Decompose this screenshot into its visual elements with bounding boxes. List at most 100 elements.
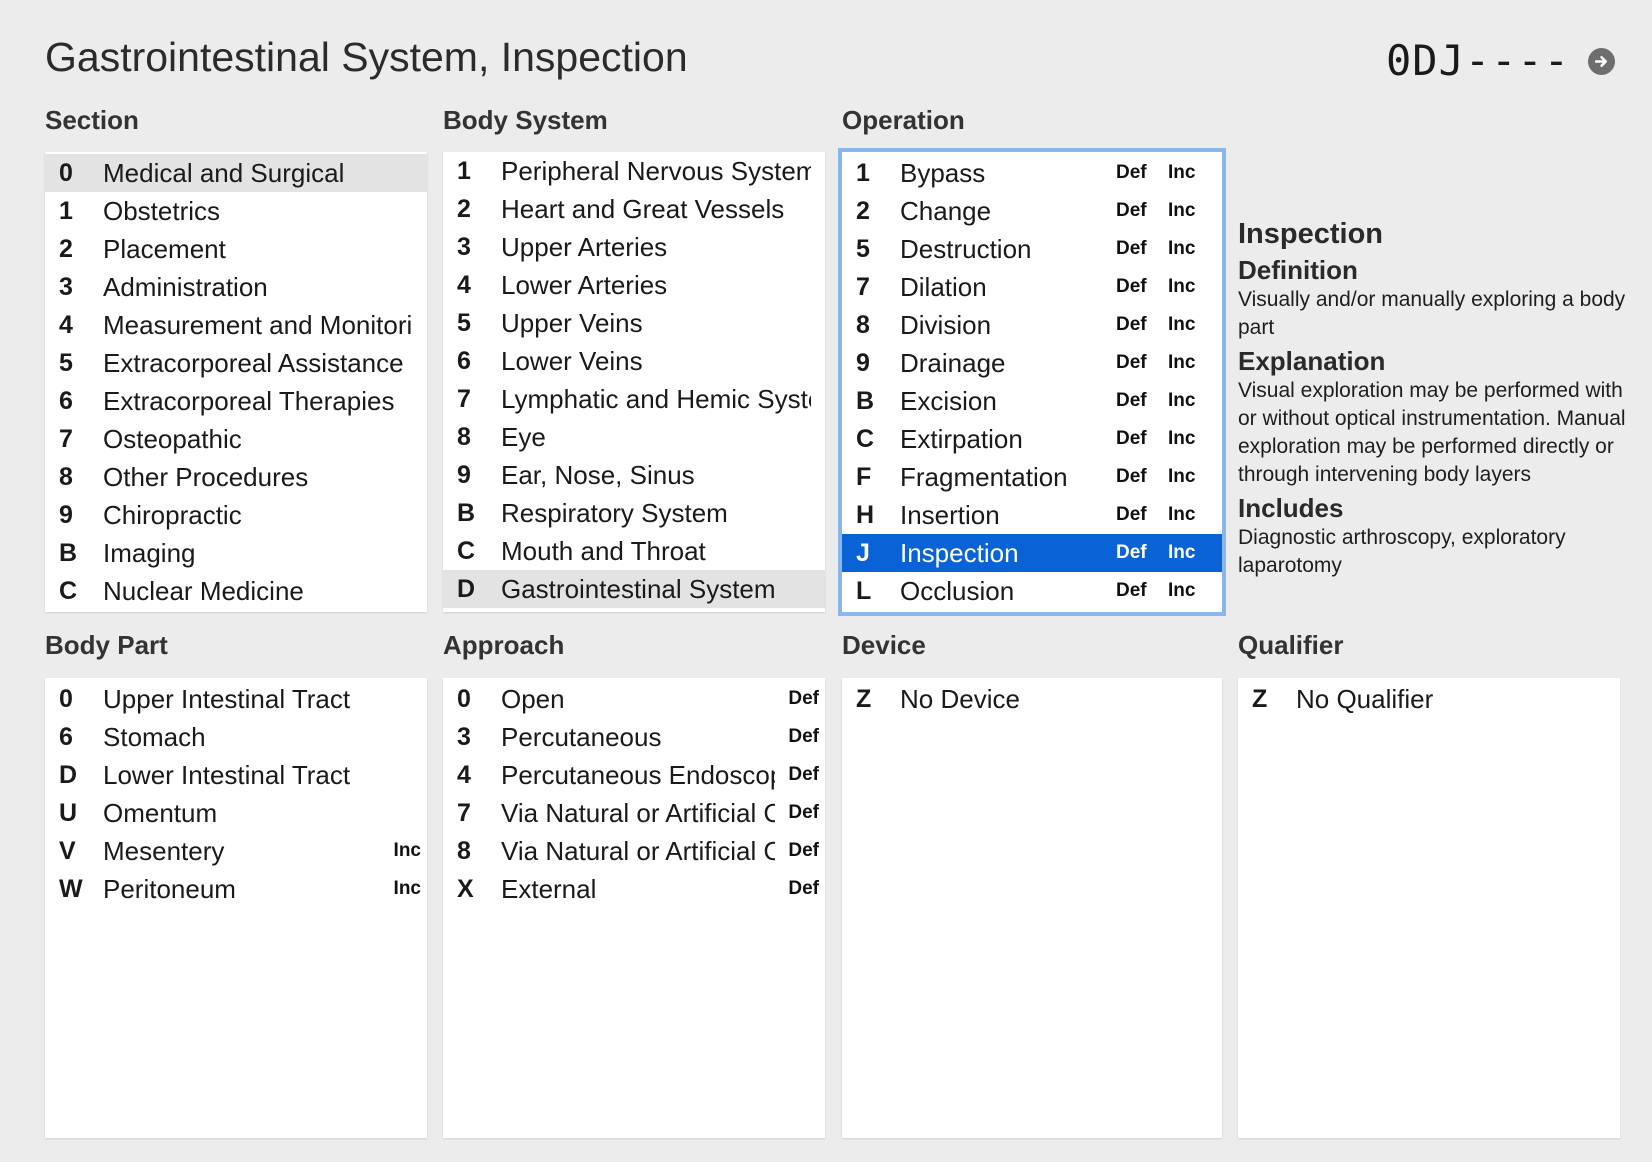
arrow-right-circle-icon[interactable] bbox=[1588, 48, 1615, 75]
item-label: Inspection bbox=[900, 538, 1019, 568]
body-system-item[interactable]: 7 Lymphatic and Hemic Systems bbox=[443, 380, 825, 418]
approach-item[interactable]: 3 Percutaneous Def bbox=[443, 718, 825, 756]
item-label: Other Procedures bbox=[103, 462, 309, 492]
body-system-item[interactable]: B Respiratory System bbox=[443, 494, 825, 532]
item-code: 5 bbox=[856, 235, 870, 263]
operation-item[interactable]: J Inspection Def Inc bbox=[842, 534, 1222, 572]
section-item[interactable]: 9 Chiropractic bbox=[45, 496, 427, 534]
operation-item[interactable]: F Fragmentation Def Inc bbox=[842, 458, 1222, 496]
item-code: 4 bbox=[457, 761, 471, 789]
body-system-item[interactable]: D Gastrointestinal System bbox=[443, 570, 825, 608]
inc-tag: Inc bbox=[393, 840, 421, 861]
section-item[interactable]: 6 Extracorporeal Therapies bbox=[45, 382, 427, 420]
section-item[interactable]: C Nuclear Medicine bbox=[45, 572, 427, 610]
approach-item[interactable]: X External Def bbox=[443, 870, 825, 908]
inc-tag: Inc bbox=[393, 878, 421, 899]
item-code: J bbox=[856, 539, 870, 567]
approach-item[interactable]: 7 Via Natural or Artificial Opening Def bbox=[443, 794, 825, 832]
body-part-item[interactable]: U Omentum bbox=[45, 794, 427, 832]
body-system-item[interactable]: 8 Eye bbox=[443, 418, 825, 456]
item-label: Via Natural or Artificial Opening Endosc… bbox=[501, 836, 775, 866]
body-system-item[interactable]: 3 Upper Arteries bbox=[443, 228, 825, 266]
section-item[interactable]: 2 Placement bbox=[45, 230, 427, 268]
item-label: Percutaneous Endoscopic bbox=[501, 760, 775, 790]
section-item[interactable]: 5 Extracorporeal Assistance bbox=[45, 344, 427, 382]
body-system-item[interactable]: 9 Ear, Nose, Sinus bbox=[443, 456, 825, 494]
item-label: Respiratory System bbox=[501, 498, 728, 528]
approach-item[interactable]: 8 Via Natural or Artificial Opening Endos… bbox=[443, 832, 825, 870]
body-part-item[interactable]: D Lower Intestinal Tract bbox=[45, 756, 427, 794]
item-code: 1 bbox=[59, 197, 73, 225]
def-tag: Def bbox=[1116, 428, 1147, 449]
item-label: Change bbox=[900, 196, 992, 226]
section-item[interactable]: 3 Administration bbox=[45, 268, 427, 306]
body-system-item[interactable]: C Mouth and Throat bbox=[443, 532, 825, 570]
section-item[interactable]: 7 Osteopathic bbox=[45, 420, 427, 458]
item-code: 8 bbox=[457, 837, 471, 865]
operation-item[interactable]: 2 Change Def Inc bbox=[842, 192, 1222, 230]
qualifier-heading: Qualifier bbox=[1238, 630, 1344, 660]
item-label: Extracorporeal Therapies bbox=[103, 386, 395, 416]
section-item[interactable]: 0 Medical and Surgical bbox=[45, 154, 427, 192]
item-code: 4 bbox=[457, 271, 471, 299]
inc-tag: Inc bbox=[1168, 390, 1196, 411]
operation-item[interactable]: 5 Destruction Def Inc bbox=[842, 230, 1222, 268]
approach-item[interactable]: 4 Percutaneous Endoscopic Def bbox=[443, 756, 825, 794]
def-tag: Def bbox=[788, 688, 819, 709]
item-label: Bypass bbox=[900, 158, 986, 188]
item-label: Lymphatic and Hemic Systems bbox=[501, 384, 811, 414]
device-list[interactable]: Z No Device bbox=[842, 678, 1222, 1138]
section-item[interactable]: 1 Obstetrics bbox=[45, 192, 427, 230]
section-list[interactable]: 0 Medical and Surgical 1 Obstetrics 2 Placeme… bbox=[45, 152, 427, 612]
section-item[interactable]: B Imaging bbox=[45, 534, 427, 572]
operation-heading: Operation bbox=[842, 105, 965, 135]
item-label: Dilation bbox=[900, 272, 987, 302]
approach-list[interactable]: 0 Open Def 3 Percutaneous Def 4 Percutaneous En… bbox=[443, 678, 825, 1138]
section-item[interactable]: 8 Other Procedures bbox=[45, 458, 427, 496]
item-code: L bbox=[856, 577, 872, 605]
body-system-item[interactable]: 5 Upper Veins bbox=[443, 304, 825, 342]
item-code: 2 bbox=[457, 195, 471, 223]
item-code: C bbox=[59, 577, 78, 605]
body-system-item[interactable]: 6 Lower Veins bbox=[443, 342, 825, 380]
body-part-list[interactable]: 0 Upper Intestinal Tract 6 Stomach D Lower In… bbox=[45, 678, 427, 1138]
item-label: Stomach bbox=[103, 722, 206, 752]
item-code: 9 bbox=[856, 349, 870, 377]
item-label: Mesentery bbox=[103, 836, 225, 866]
operation-list[interactable]: 1 Bypass Def Inc 2 Change Def Inc 5 Destruction De… bbox=[838, 148, 1226, 616]
item-code: 7 bbox=[59, 425, 73, 453]
body-part-item[interactable]: 6 Stomach bbox=[45, 718, 427, 756]
operation-item[interactable]: 9 Drainage Def Inc bbox=[842, 344, 1222, 382]
operation-item[interactable]: L Occlusion Def Inc bbox=[842, 572, 1222, 610]
item-code: 1 bbox=[457, 157, 471, 185]
operation-item[interactable]: B Excision Def Inc bbox=[842, 382, 1222, 420]
body-system-item[interactable]: 1 Peripheral Nervous System bbox=[443, 152, 825, 190]
item-code: 3 bbox=[59, 273, 73, 301]
operation-item[interactable]: 8 Division Def Inc bbox=[842, 306, 1222, 344]
qualifier-item[interactable]: Z No Qualifier bbox=[1238, 680, 1620, 718]
item-code: D bbox=[457, 575, 476, 603]
body-part-item[interactable]: V Mesentery Inc bbox=[45, 832, 427, 870]
item-code: D bbox=[59, 761, 78, 789]
body-system-item[interactable]: 2 Heart and Great Vessels bbox=[443, 190, 825, 228]
item-code: B bbox=[59, 539, 78, 567]
def-tag: Def bbox=[1116, 200, 1147, 221]
operation-item[interactable]: 1 Bypass Def Inc bbox=[842, 154, 1222, 192]
item-label: Upper Veins bbox=[501, 308, 643, 338]
operation-item[interactable]: 7 Dilation Def Inc bbox=[842, 268, 1222, 306]
operation-item[interactable]: C Extirpation Def Inc bbox=[842, 420, 1222, 458]
item-label: External bbox=[501, 874, 597, 904]
section-item[interactable]: 4 Measurement and Monitoring bbox=[45, 306, 427, 344]
approach-item[interactable]: 0 Open Def bbox=[443, 680, 825, 718]
operation-item[interactable]: H Insertion Def Inc bbox=[842, 496, 1222, 534]
qualifier-list[interactable]: Z No Qualifier bbox=[1238, 678, 1620, 1138]
item-label: Peripheral Nervous System bbox=[501, 156, 811, 186]
device-item[interactable]: Z No Device bbox=[842, 680, 1222, 718]
body-system-list[interactable]: 1 Peripheral Nervous System 2 Heart and Gre… bbox=[443, 152, 825, 612]
item-code: 2 bbox=[59, 235, 73, 263]
inc-tag: Inc bbox=[1168, 238, 1196, 259]
page-title: Gastrointestinal System, Inspection bbox=[45, 34, 688, 80]
body-part-item[interactable]: 0 Upper Intestinal Tract bbox=[45, 680, 427, 718]
body-system-item[interactable]: 4 Lower Arteries bbox=[443, 266, 825, 304]
body-part-item[interactable]: W Peritoneum Inc bbox=[45, 870, 427, 908]
